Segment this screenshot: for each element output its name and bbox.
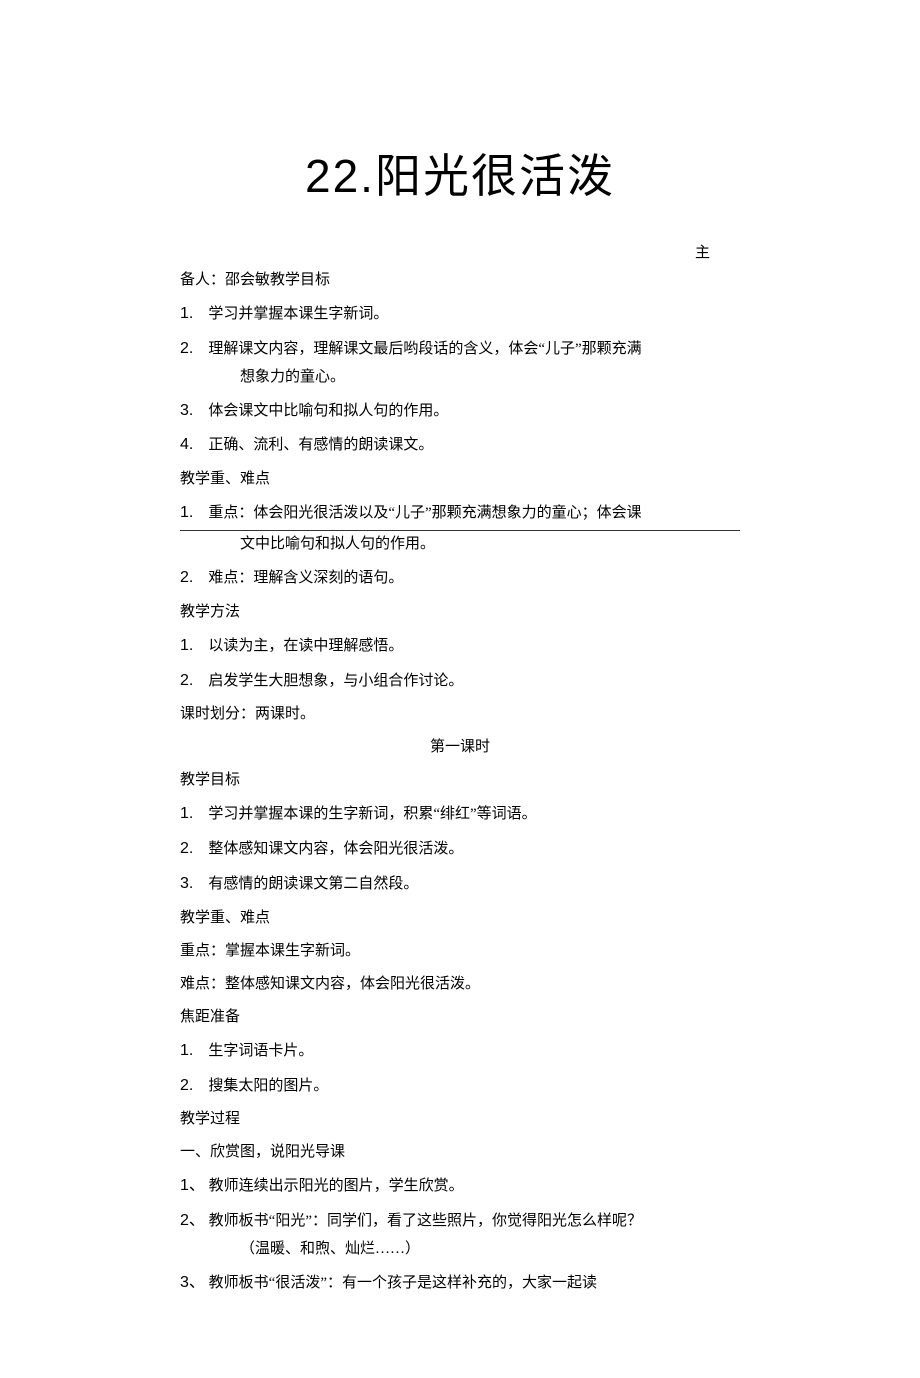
- item-number: 1.: [180, 1042, 193, 1059]
- item-number: 3、: [180, 1274, 205, 1291]
- item-text: 有感情的朗读课文第二自然段。: [208, 876, 418, 892]
- prep-item-2: 2. 搜集太阳的图片。: [180, 1072, 740, 1101]
- item-number: 1.: [180, 504, 193, 521]
- goal-item-3: 3. 体会课文中比喻句和拟人句的作用。: [180, 397, 740, 426]
- process-heading-1: 一、欣赏图，说阳光导课: [180, 1139, 740, 1166]
- l1-goal-item-3: 3. 有感情的朗读课文第二自然段。: [180, 870, 740, 899]
- item-text: 学习并掌握本课生字新词。: [208, 306, 388, 322]
- difficulty-2-hard: 难点：整体感知课文内容，体会阳光很活泼。: [180, 971, 740, 998]
- item-number: 2.: [180, 840, 193, 857]
- title-text: 阳光很活泼: [375, 151, 615, 202]
- process-item-2: 2、 教师板书“阳光”：同学们，看了这些照片，你觉得阳光怎么样呢？: [180, 1207, 740, 1236]
- item-text: 重点：体会阳光很活泼以及“儿子”那颗充满想象力的童心；体会课: [208, 505, 641, 521]
- difficulty-item-1-cont: 文中比喻句和拟人句的作用。: [180, 531, 740, 558]
- item-text: 以读为主，在读中理解感悟。: [208, 638, 403, 654]
- goal-item-2: 2. 理解课文内容，理解课文最后哟段话的含义，体会“儿子”那颗充满: [180, 335, 740, 364]
- item-number: 2.: [180, 672, 193, 689]
- item-text: 整体感知课文内容，体会阳光很活泼。: [208, 841, 463, 857]
- item-text: 教师板书“阳光”：同学们，看了这些照片，你觉得阳光怎么样呢？: [209, 1213, 642, 1229]
- item-text: 体会课文中比喻句和拟人句的作用。: [208, 403, 448, 419]
- item-text: 教师板书“很活泼”：有一个孩子是这样补充的，大家一起读: [209, 1275, 597, 1291]
- item-text: 搜集太阳的图片。: [208, 1078, 328, 1094]
- item-number: 1.: [180, 305, 193, 322]
- item-number: 1.: [180, 805, 193, 822]
- item-number: 2.: [180, 569, 193, 586]
- item-number: 1、: [180, 1177, 205, 1194]
- item-text: 学习并掌握本课的生字新词，积累“绯红”等词语。: [208, 806, 536, 822]
- class-split: 课时划分：两课时。: [180, 701, 740, 728]
- difficulty-item-1: 1. 重点：体会阳光很活泼以及“儿子”那颗充满想象力的童心；体会课: [180, 499, 740, 531]
- l1-goal-item-2: 2. 整体感知课文内容，体会阳光很活泼。: [180, 835, 740, 864]
- goal-item-1: 1. 学习并掌握本课生字新词。: [180, 300, 740, 329]
- item-number: 1.: [180, 637, 193, 654]
- difficulty-item-2: 2. 难点：理解含义深刻的语句。: [180, 564, 740, 593]
- section-difficulty-2: 教学重、难点: [180, 905, 740, 932]
- author-line: 备人：邵会敏教学目标: [180, 267, 740, 294]
- item-text: 正确、流利、有感情的朗读课文。: [208, 437, 433, 453]
- item-number: 2.: [180, 1077, 193, 1094]
- item-number: 3.: [180, 402, 193, 419]
- goal-item-4: 4. 正确、流利、有感情的朗读课文。: [180, 431, 740, 460]
- document-title: 22.阳光很活泼: [180, 140, 740, 206]
- difficulty-2-key: 重点：掌握本课生字新词。: [180, 938, 740, 965]
- title-number: 22.: [305, 150, 375, 202]
- item-number: 4.: [180, 436, 193, 453]
- item-text: 理解课文内容，理解课文最后哟段话的含义，体会“儿子”那颗充满: [208, 341, 641, 357]
- method-item-2: 2. 启发学生大胆想象，与小组合作讨论。: [180, 667, 740, 696]
- goal-item-2-cont: 想象力的童心。: [180, 364, 740, 391]
- method-item-1: 1. 以读为主，在读中理解感悟。: [180, 632, 740, 661]
- process-item-2-cont: （温暖、和煦、灿烂……）: [180, 1236, 740, 1263]
- process-item-1: 1、 教师连续出示阳光的图片，学生欣赏。: [180, 1172, 740, 1201]
- author-prefix: 主: [180, 241, 740, 262]
- item-text: 难点：理解含义深刻的语句。: [208, 570, 403, 586]
- item-text: 生字词语卡片。: [208, 1043, 313, 1059]
- item-number: 2、: [180, 1212, 205, 1229]
- item-number: 3.: [180, 875, 193, 892]
- section-difficulty: 教学重、难点: [180, 466, 740, 493]
- l1-goal-item-1: 1. 学习并掌握本课的生字新词，积累“绯红”等词语。: [180, 800, 740, 829]
- section-prep: 焦距准备: [180, 1004, 740, 1031]
- section-method: 教学方法: [180, 599, 740, 626]
- process-item-3: 3、 教师板书“很活泼”：有一个孩子是这样补充的，大家一起读: [180, 1269, 740, 1298]
- section-goal-2: 教学目标: [180, 767, 740, 794]
- section-process: 教学过程: [180, 1106, 740, 1133]
- item-text: 启发学生大胆想象，与小组合作讨论。: [208, 673, 463, 689]
- item-text: 教师连续出示阳光的图片，学生欣赏。: [209, 1178, 464, 1194]
- item-number: 2.: [180, 340, 193, 357]
- lesson-1-title: 第一课时: [180, 734, 740, 761]
- prep-item-1: 1. 生字词语卡片。: [180, 1037, 740, 1066]
